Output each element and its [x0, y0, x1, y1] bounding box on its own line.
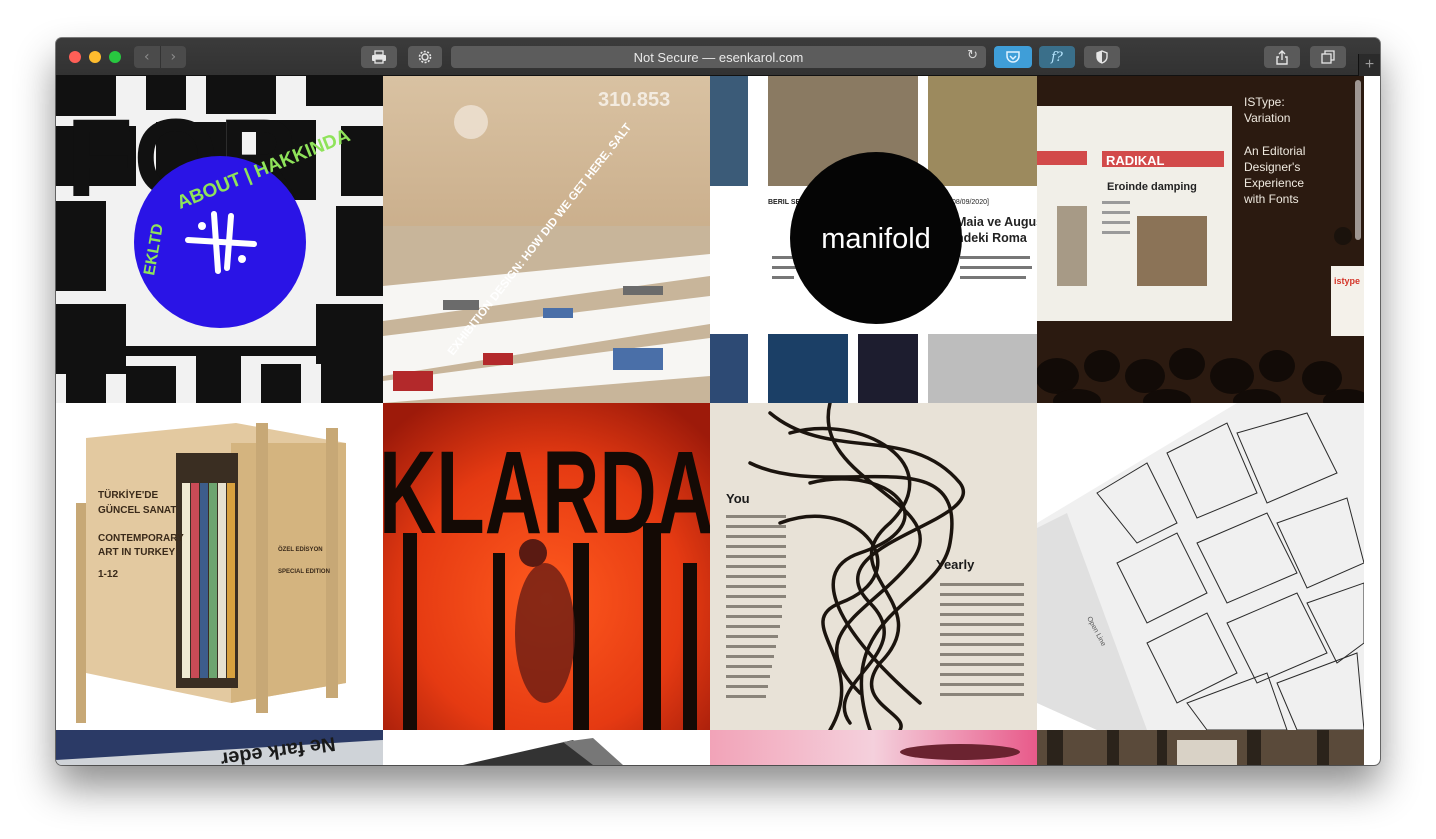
istype-artwork: RADIKAL Eroinde damping ISType: Variatio…: [1037, 76, 1364, 403]
address-text: Not Secure — esenkarol.com: [633, 49, 804, 65]
tile-book[interactable]: Open Line: [1037, 403, 1364, 730]
bottom-3-artwork: [710, 730, 1037, 765]
page-scrollbar[interactable]: [1355, 80, 1361, 240]
browser-window: ‹ › Not Secure — esenkarol.com ↻ f? + FO…: [56, 38, 1380, 765]
istype-desc-2: Designer's: [1244, 160, 1300, 174]
tile-bottom-4[interactable]: [1037, 730, 1364, 765]
forward-button[interactable]: ›: [161, 46, 187, 68]
share-button[interactable]: [1264, 46, 1300, 68]
tabs-button[interactable]: [1310, 46, 1346, 68]
share-icon: [1276, 49, 1288, 65]
manifold-artwork: BERIL SE [08/09/2020] Maia ve Augus ndek…: [710, 76, 1037, 403]
settings-button[interactable]: [408, 46, 442, 68]
bottom-4-artwork: [1037, 730, 1364, 765]
istype-newspaper-headline: Eroinde damping: [1107, 181, 1197, 193]
istype-podium: istype: [1334, 276, 1360, 286]
istype-title: ISType:: [1244, 95, 1285, 109]
print-button[interactable]: [361, 46, 397, 68]
istype-desc-4: with Fonts: [1243, 192, 1299, 206]
istype-subtitle: Variation: [1244, 111, 1290, 125]
box-edition-2: SPECIAL EDITION: [278, 569, 330, 575]
tile-istype[interactable]: RADIKAL Eroinde damping ISType: Variatio…: [1037, 76, 1364, 403]
bottom-2-artwork: [383, 730, 710, 765]
settings-gear-icon: [418, 50, 432, 64]
bottom-1-artwork: Ne fark eder: [56, 730, 383, 765]
print-icon: [372, 50, 386, 64]
tile-newspaper[interactable]: You Yearly: [710, 403, 1037, 730]
istype-desc-3: Experience: [1244, 176, 1304, 190]
zoom-window-button[interactable]: [109, 51, 121, 63]
history-nav: ‹ ›: [134, 46, 186, 68]
book-artwork: Open Line: [1037, 403, 1364, 730]
newspaper-artwork: You Yearly: [710, 403, 1037, 730]
manifold-logo: manifold: [821, 223, 931, 255]
pocket-button[interactable]: [994, 46, 1032, 68]
istype-newspaper-title: RADIKAL: [1106, 153, 1165, 168]
pocket-icon: [1006, 51, 1020, 63]
exhibition-stat: 310.853: [598, 89, 670, 111]
tile-box[interactable]: TÜRKİYE'DE GÜNCEL SANAT CONTEMPORARY ART…: [56, 403, 383, 730]
close-window-button[interactable]: [69, 51, 81, 63]
tabs-icon: [1321, 50, 1335, 64]
box-edition-1: ÖZEL EDİSYON: [278, 546, 323, 553]
istype-desc-1: An Editorial: [1244, 144, 1305, 158]
box-line-4: ART IN TURKEY: [98, 547, 176, 558]
font-button[interactable]: f?: [1039, 46, 1075, 68]
box-line-5: 1-12: [98, 569, 118, 580]
reload-icon[interactable]: ↻: [967, 48, 978, 63]
shield-icon: [1096, 50, 1108, 64]
box-line-3: CONTEMPORARY: [98, 533, 184, 544]
box-artwork: TÜRKİYE'DE GÜNCEL SANAT CONTEMPORARY ART…: [56, 403, 383, 730]
tile-bottom-2[interactable]: [383, 730, 710, 765]
manifold-headline-1: Maia ve Augus: [956, 215, 1037, 229]
font-icon: f?: [1051, 49, 1063, 65]
box-line-2: GÜNCEL SANAT: [98, 503, 177, 516]
newspaper-word-1: You: [726, 491, 750, 506]
browser-toolbar: ‹ › Not Secure — esenkarol.com ↻ f? +: [56, 38, 1380, 76]
address-bar[interactable]: Not Secure — esenkarol.com ↻: [451, 46, 986, 68]
shield-button[interactable]: [1084, 46, 1120, 68]
tile-bottom-3[interactable]: [710, 730, 1037, 765]
new-tab-button[interactable]: +: [1358, 54, 1380, 76]
tile-bottom-1[interactable]: Ne fark eder: [56, 730, 383, 765]
manifold-date: [08/09/2020]: [950, 199, 989, 206]
manifold-byline: BERIL SE: [768, 199, 800, 206]
box-line-1: TÜRKİYE'DE: [98, 488, 158, 501]
minimize-window-button[interactable]: [89, 51, 101, 63]
back-button[interactable]: ‹: [134, 46, 161, 68]
exhibition-artwork: 310.853 EXHIBITION DESIGN: HOW DID WE GE…: [383, 76, 710, 403]
tile-about[interactable]: FOR ABOUT | HAKKINDA EKLTD: [56, 76, 383, 403]
poster-artwork: KLARDA: [383, 403, 710, 730]
about-artwork: FOR ABOUT | HAKKINDA EKLTD: [56, 76, 383, 403]
manifold-headline-2: ndeki Roma: [956, 231, 1028, 245]
tile-poster[interactable]: KLARDA: [383, 403, 710, 730]
tile-exhibition[interactable]: 310.853 EXHIBITION DESIGN: HOW DID WE GE…: [383, 76, 710, 403]
page-content: FOR ABOUT | HAKKINDA EKLTD 310.853 EXHIB…: [56, 76, 1380, 765]
tile-manifold[interactable]: BERIL SE [08/09/2020] Maia ve Augus ndek…: [710, 76, 1037, 403]
